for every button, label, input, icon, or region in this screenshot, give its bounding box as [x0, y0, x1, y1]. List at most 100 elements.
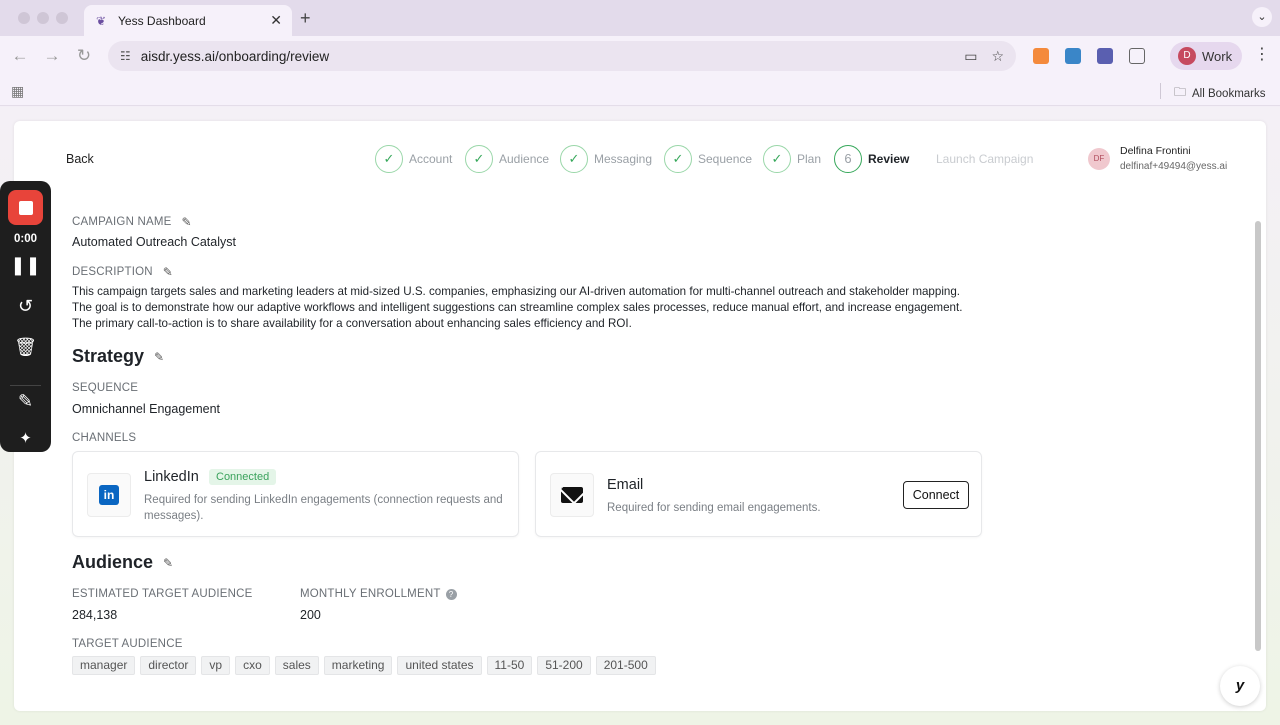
window-zoom-dot[interactable]	[56, 12, 68, 24]
audience-tag: cxo	[235, 656, 270, 675]
step-audience[interactable]: ✓ Audience	[465, 145, 549, 173]
edit-strategy-icon[interactable]: ✎	[154, 350, 164, 364]
audience-tag: vp	[201, 656, 231, 675]
audience-tag: 51-200	[537, 656, 591, 675]
audience-tag: 11-50	[486, 656, 533, 675]
step-plan[interactable]: ✓ Plan	[763, 145, 821, 173]
stop-icon	[18, 200, 33, 215]
email-channel-card: Email Required for sending email engagem…	[535, 451, 982, 537]
connect-email-button[interactable]: Connect	[903, 481, 969, 509]
folder-icon: 🗀	[1174, 85, 1187, 99]
profile-label: Work	[1202, 48, 1233, 64]
linkedin-icon-box: in	[87, 473, 131, 517]
step-check-icon: ✓	[664, 145, 692, 173]
audience-heading: Audience ✎	[72, 552, 173, 573]
launch-campaign-button[interactable]: Launch Campaign	[936, 152, 1033, 166]
step-review[interactable]: 6 Review	[834, 145, 909, 173]
campaign-name-value: Automated Outreach Catalyst	[72, 235, 236, 249]
apps-grid-icon[interactable]: ▦	[11, 83, 24, 100]
back-link[interactable]: Back	[66, 152, 94, 166]
description-label: DESCRIPTION ✎	[72, 265, 173, 279]
step-sequence[interactable]: ✓ Sequence	[664, 145, 752, 173]
draw-pen-icon[interactable]: ✎	[0, 391, 51, 412]
step-check-icon: ✓	[763, 145, 791, 173]
audience-tag: marketing	[323, 656, 393, 675]
edit-campaign-name-icon[interactable]: ✎	[182, 215, 192, 229]
extension-icon[interactable]	[1065, 48, 1081, 64]
audience-heading-text: Audience	[72, 552, 154, 572]
linkedin-channel-card: in LinkedIn Connected Required for sendi…	[72, 451, 519, 537]
estimated-audience-label: ESTIMATED TARGET AUDIENCE	[72, 588, 253, 600]
audience-tag: director	[140, 656, 197, 675]
step-number: 6	[834, 145, 862, 173]
page-scrollbar[interactable]	[1255, 221, 1261, 651]
step-check-icon: ✓	[560, 145, 588, 173]
site-settings-icon[interactable]: ☷	[120, 49, 131, 63]
monthly-enrollment-label-text: MONTHLY ENROLLMENT	[300, 588, 441, 600]
user-name: Delfina Frontini	[1120, 145, 1191, 157]
campaign-name-label: CAMPAIGN NAME ✎	[72, 215, 192, 229]
monthly-enrollment-value: 200	[300, 608, 321, 622]
sequence-value: Omnichannel Engagement	[72, 402, 221, 416]
step-account[interactable]: ✓ Account	[375, 145, 452, 173]
user-avatar: DF	[1088, 147, 1110, 170]
linkedin-icon: in	[99, 485, 119, 505]
hubspot-extension-icon[interactable]	[1033, 48, 1049, 64]
help-icon[interactable]: ?	[445, 588, 457, 600]
chat-launcher-button[interactable]: y	[1220, 666, 1260, 706]
review-card: Back ✓ Account ✓ Audience ✓ Messaging ✓ …	[14, 121, 1266, 711]
email-icon-box	[550, 473, 594, 517]
trash-icon[interactable]: 🗑	[0, 337, 51, 358]
address-bar[interactable]: ☷ aisdr.yess.ai/onboarding/review ▭ ☆	[108, 41, 1016, 71]
all-bookmarks-label: All Bookmarks	[1192, 87, 1266, 100]
campaign-name-label-text: CAMPAIGN NAME	[72, 216, 172, 228]
user-menu[interactable]: DF Delfina Frontini delfinaf+49494@yess.…	[1088, 145, 1227, 172]
estimated-audience-value: 284,138	[72, 608, 118, 622]
bookmark-star-icon[interactable]: ☆	[991, 48, 1004, 65]
card-icon[interactable]: ▭	[964, 48, 977, 65]
page-viewport: Back ✓ Account ✓ Audience ✓ Messaging ✓ …	[0, 107, 1280, 725]
channels-label: CHANNELS	[72, 432, 137, 444]
connected-badge: Connected	[209, 469, 277, 485]
yess-extension-icon[interactable]	[1097, 48, 1113, 64]
profile-button[interactable]: D Work	[1170, 42, 1242, 70]
edit-description-icon[interactable]: ✎	[163, 265, 173, 279]
audience-tag: united states	[397, 656, 482, 675]
audience-tag: 201-500	[595, 656, 656, 675]
extensions-puzzle-icon[interactable]	[1129, 48, 1145, 64]
step-label: Sequence	[698, 152, 753, 166]
bookmarks-bar: ▦ 🗀 All Bookmarks	[0, 76, 1280, 106]
restart-icon[interactable]: ↺	[0, 296, 51, 317]
new-tab-icon[interactable]: +	[300, 8, 311, 29]
monthly-enrollment-label: MONTHLY ENROLLMENT ?	[300, 588, 457, 600]
url-text[interactable]: aisdr.yess.ai/onboarding/review	[141, 49, 950, 64]
tab-search-chevron-icon[interactable]: ⌄	[1252, 7, 1272, 27]
target-audience-tags: manager director vp cxo sales marketing …	[72, 656, 656, 675]
effects-icon[interactable]: ✦	[0, 429, 51, 447]
edit-audience-icon[interactable]: ✎	[163, 556, 173, 570]
forward-arrow-icon[interactable]: →	[42, 46, 62, 66]
browser-tab[interactable]: ❦ Yess Dashboard ✕	[84, 5, 292, 36]
all-bookmarks-button[interactable]: 🗀 All Bookmarks	[1174, 83, 1266, 104]
target-audience-label: TARGET AUDIENCE	[72, 638, 183, 650]
recorder-divider	[10, 385, 41, 386]
back-arrow-icon[interactable]: ←	[10, 46, 30, 66]
audience-tag: manager	[72, 656, 136, 675]
description-label-text: DESCRIPTION	[72, 266, 153, 278]
window-minimize-dot[interactable]	[37, 12, 49, 24]
step-label: Plan	[797, 152, 822, 166]
reload-icon[interactable]: ↻	[74, 46, 94, 66]
step-check-icon: ✓	[465, 145, 493, 173]
tab-close-icon[interactable]: ✕	[270, 12, 282, 29]
yess-favicon-icon: ❦	[95, 13, 107, 28]
browser-toolbar: ← → ↻ ☷ aisdr.yess.ai/onboarding/review …	[0, 36, 1280, 76]
linkedin-name: LinkedIn	[144, 469, 199, 485]
step-messaging[interactable]: ✓ Messaging	[560, 145, 652, 173]
email-name: Email	[607, 477, 644, 493]
tab-title: Yess Dashboard	[118, 13, 206, 28]
stop-recording-button[interactable]	[8, 190, 43, 225]
user-email: delfinaf+49494@yess.ai	[1120, 161, 1228, 172]
browser-menu-icon[interactable]: ⋮	[1254, 44, 1270, 64]
window-close-dot[interactable]	[18, 12, 30, 24]
pause-icon[interactable]: ❚❚	[0, 255, 51, 276]
